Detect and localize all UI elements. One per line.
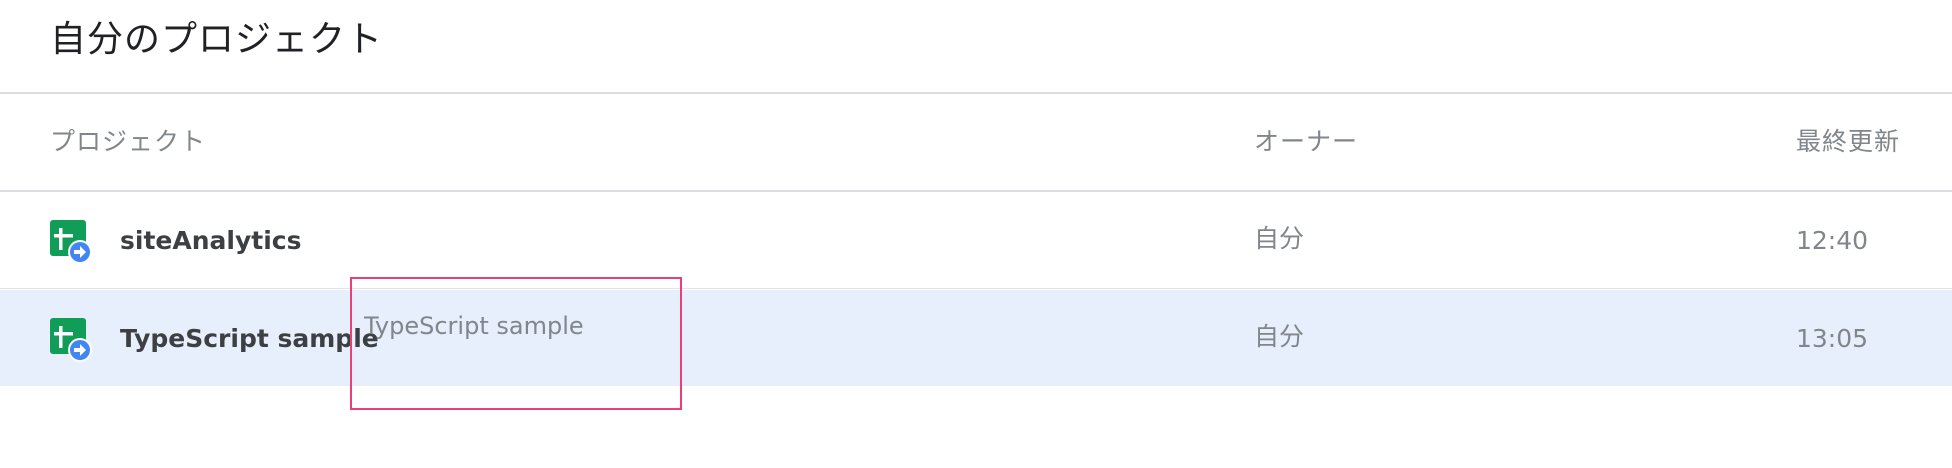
column-header-owner[interactable]: オーナー [1254,122,1358,162]
project-name[interactable]: siteAnalytics [120,218,301,264]
table-row[interactable]: siteAnalytics 自分 12:40 [0,192,1952,288]
rename-input[interactable] [364,304,664,348]
column-header-project[interactable]: プロジェクト [50,122,206,162]
table-row-selected[interactable]: TypeScript sample 自分 13:05 [0,290,1952,386]
apps-script-project-icon [50,220,92,264]
table-header: プロジェクト オーナー 最終更新 [0,94,1952,190]
project-list-page: 自分のプロジェクト プロジェクト オーナー 最終更新 siteAnalytics… [0,0,1952,468]
project-owner: 自分 [1254,224,1305,253]
row-divider [0,288,1952,289]
project-name[interactable]: TypeScript sample [120,316,379,362]
project-last-modified: 12:40 [1796,226,1869,255]
column-header-last-modified[interactable]: 最終更新 [1796,122,1900,162]
project-last-modified: 13:05 [1796,324,1869,353]
rename-input-box[interactable] [350,277,682,410]
project-owner: 自分 [1254,322,1305,351]
page-title: 自分のプロジェクト [50,19,384,60]
apps-script-project-icon [50,318,92,362]
